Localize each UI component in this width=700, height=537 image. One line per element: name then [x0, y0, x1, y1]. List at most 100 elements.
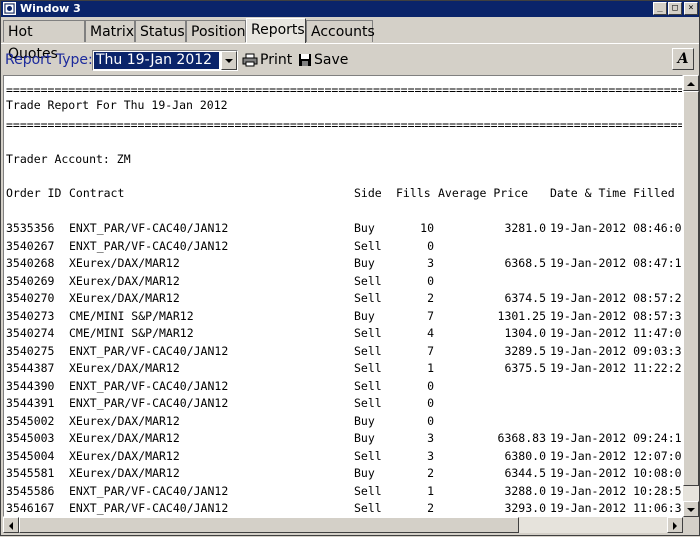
- tab-accounts[interactable]: Accounts: [306, 20, 375, 42]
- table-cell: 19-Jan-2012 09:24:1: [550, 431, 682, 445]
- vertical-scrollbar[interactable]: [683, 75, 699, 517]
- table-row: 3545581 XEurex/DAX/MAR12 Buy 2 6344.5 19-Jan-…: [4, 466, 682, 480]
- table-cell: 0: [427, 396, 434, 410]
- table-cell: ENXT_PAR/VF-CAC40/JAN12: [69, 221, 229, 235]
- scroll-right-button[interactable]: [667, 517, 683, 533]
- tab-bar: Hot Quotes Matrix Status Position Report…: [1, 18, 699, 62]
- horizontal-scrollbar[interactable]: [3, 517, 683, 533]
- minimize-icon: _: [657, 3, 663, 13]
- table-cell: 3540275: [6, 343, 55, 358]
- table-row: 3544390 ENXT_PAR/VF-CAC40/JAN12 Sell 0: [4, 378, 682, 393]
- table-row: 3545586 ENXT_PAR/VF-CAC40/JAN12 Sell 1 3288.…: [4, 483, 682, 498]
- table-cell: Sell: [354, 448, 382, 463]
- scroll-up-button[interactable]: [683, 75, 699, 91]
- table-cell: Sell: [354, 326, 382, 340]
- table-cell: CME/MINI S&P/MAR12: [69, 308, 194, 323]
- chevron-left-icon: [9, 522, 13, 530]
- dropdown-button[interactable]: [221, 51, 237, 70]
- app-window-icon: [3, 2, 16, 15]
- table-cell: 19-Jan-2012 10:28:5: [550, 483, 682, 498]
- table-cell: 19-Jan-2012 09:03:3: [550, 343, 682, 358]
- tab-matrix[interactable]: Matrix: [85, 20, 135, 42]
- table-cell: 3545581: [6, 466, 55, 480]
- table-cell: XEurex/DAX/MAR12: [69, 291, 180, 305]
- table-row: 3545003 XEurex/DAX/MAR12 Buy 3 6368.83 19-Jan…: [4, 431, 682, 445]
- table-cell: 19-Jan-2012 12:07:0: [550, 448, 682, 463]
- table-cell: 3546167: [6, 501, 55, 515]
- table-cell: 6375.5: [504, 361, 546, 375]
- minimize-button[interactable]: _: [653, 2, 667, 15]
- table-row: 3540269 XEurex/DAX/MAR12 Sell 0: [4, 273, 682, 288]
- table-cell: 1301.25: [497, 308, 546, 323]
- title-bar[interactable]: Window 3 _ □ ×: [1, 1, 699, 17]
- scroll-corner: [683, 517, 699, 533]
- chevron-down-icon: [225, 59, 233, 63]
- print-label: Print: [260, 52, 293, 68]
- close-icon: ×: [688, 3, 694, 13]
- table-cell: Sell: [354, 396, 382, 410]
- table-cell: 2: [427, 291, 434, 305]
- tab-position[interactable]: Position: [186, 20, 246, 42]
- table-cell: 1: [427, 361, 434, 375]
- save-label: Save: [314, 52, 349, 68]
- table-row: 3540267 ENXT_PAR/VF-CAC40/JAN12 Sell 0: [4, 238, 682, 253]
- separator-line: ========================================…: [6, 118, 683, 132]
- table-cell: 3289.5: [504, 343, 546, 358]
- report-type-dropdown[interactable]: Thu 19-Jan 2012: [92, 50, 238, 71]
- report-toolbar: Report Type: Thu 19-Jan 2012 Print Save …: [1, 43, 699, 74]
- table-row: 3540268 XEurex/DAX/MAR12 Buy 3 6368.5 19-Jan-…: [4, 256, 682, 270]
- tab-status[interactable]: Status: [135, 20, 186, 42]
- table-row: 3540275 ENXT_PAR/VF-CAC40/JAN12 Sell 7 3289.…: [4, 343, 682, 358]
- table-cell: 3: [427, 431, 434, 445]
- table-cell: 3540269: [6, 273, 55, 288]
- table-cell: 3288.0: [504, 483, 546, 498]
- table-cell: Buy: [354, 308, 375, 323]
- table-row: 3535356 ENXT_PAR/VF-CAC40/JAN12 Buy 10 3281.…: [4, 221, 682, 235]
- table-cell: Sell: [354, 361, 382, 375]
- table-row: 3540270 XEurex/DAX/MAR12 Sell 2 6374.5 19-Jan…: [4, 291, 682, 305]
- scroll-left-button[interactable]: [3, 517, 19, 533]
- maximize-button[interactable]: □: [668, 2, 682, 15]
- table-row: 3540274 CME/MINI S&P/MAR12 Sell 4 1304.0 19-J…: [4, 326, 682, 340]
- table-cell: 3540270: [6, 291, 55, 305]
- column-header: Date & Time Filled: [550, 186, 675, 200]
- table-cell: 3540273: [6, 308, 55, 323]
- report-type-label: Report Type:: [5, 52, 93, 68]
- table-cell: 3540267: [6, 238, 55, 253]
- table-cell: ENXT_PAR/VF-CAC40/JAN12: [69, 396, 229, 410]
- table-cell: ENXT_PAR/VF-CAC40/JAN12: [69, 238, 229, 253]
- table-cell: 7: [427, 308, 434, 323]
- table-cell: Sell: [354, 343, 382, 358]
- table-cell: ENXT_PAR/VF-CAC40/JAN12: [69, 378, 229, 393]
- table-cell: 10: [420, 221, 434, 235]
- vertical-scroll-thumb[interactable]: [683, 91, 699, 486]
- table-cell: Sell: [354, 483, 382, 498]
- font-button[interactable]: A: [672, 48, 694, 70]
- tab-reports[interactable]: Reports: [246, 18, 306, 43]
- table-cell: Sell: [354, 291, 382, 305]
- table-cell: XEurex/DAX/MAR12: [69, 256, 180, 270]
- trade-report[interactable]: ========================================…: [3, 75, 683, 517]
- table-cell: ENXT_PAR/VF-CAC40/JAN12: [69, 501, 229, 515]
- column-header: Side: [354, 186, 382, 200]
- tab-hot-quotes[interactable]: Hot Quotes: [3, 20, 85, 62]
- horizontal-scroll-thumb[interactable]: [19, 517, 519, 533]
- chevron-up-icon: [687, 82, 695, 86]
- table-cell: 3544391: [6, 396, 55, 410]
- table-cell: 3544390: [6, 378, 55, 393]
- trader-account: Trader Account: ZM: [6, 152, 131, 166]
- table-cell: 1304.0: [504, 326, 546, 340]
- table-cell: 3: [427, 256, 434, 270]
- save-button[interactable]: Save: [298, 51, 348, 70]
- scroll-down-button[interactable]: [683, 501, 699, 517]
- table-cell: ENXT_PAR/VF-CAC40/JAN12: [69, 483, 229, 498]
- table-cell: XEurex/DAX/MAR12: [69, 273, 180, 288]
- table-cell: 19-Jan-2012 08:57:3: [550, 308, 682, 323]
- table-cell: 2: [427, 501, 434, 515]
- table-cell: XEurex/DAX/MAR12: [69, 466, 180, 480]
- table-cell: 19-Jan-2012 11:22:2: [550, 361, 682, 375]
- print-button[interactable]: Print: [242, 51, 292, 70]
- chevron-down-icon: [687, 508, 695, 512]
- close-button[interactable]: ×: [684, 2, 698, 15]
- table-cell: Buy: [354, 221, 375, 235]
